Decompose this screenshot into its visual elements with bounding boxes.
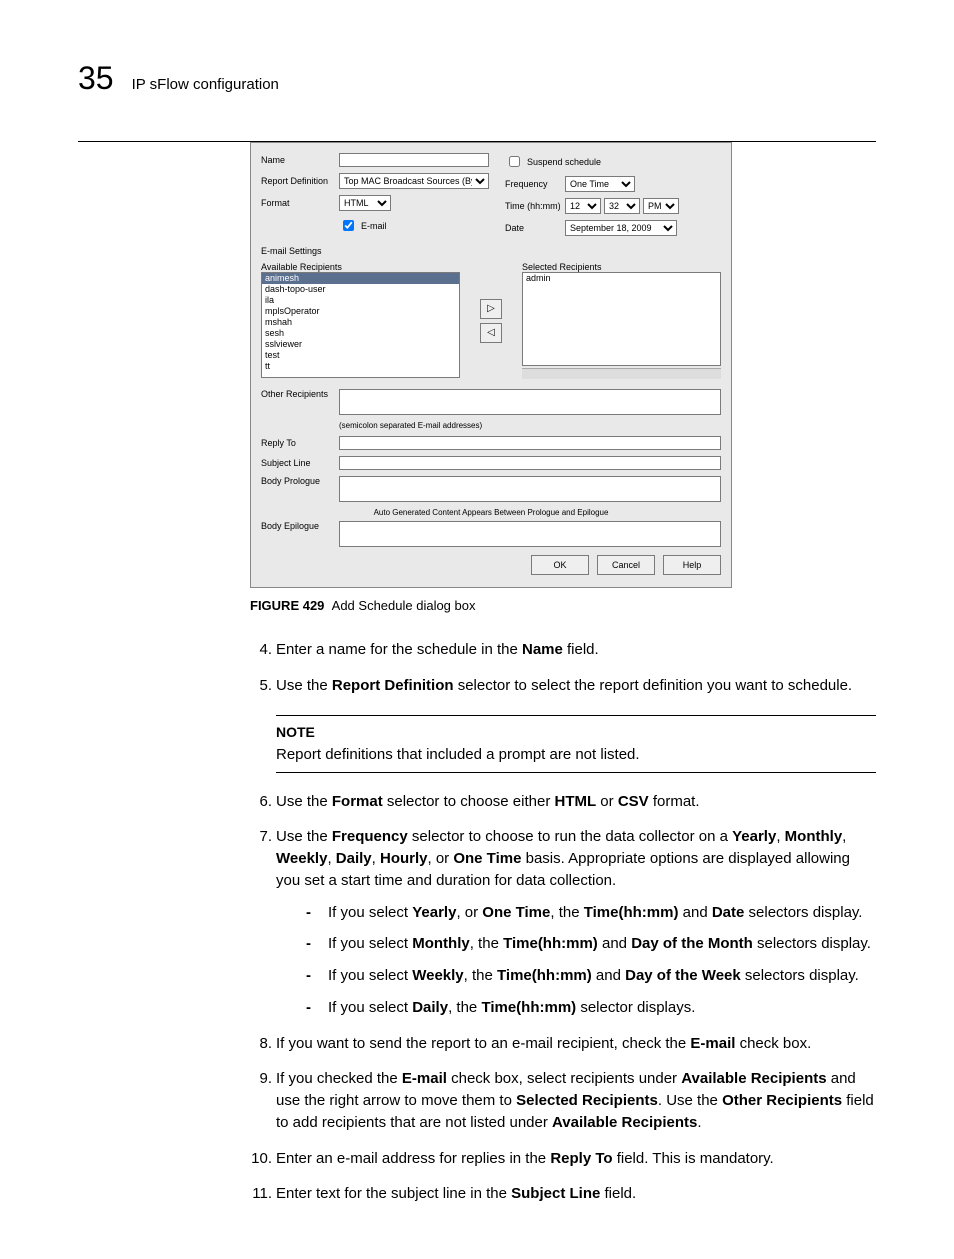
figure-caption: FIGURE 429 Add Schedule dialog box [250,598,876,613]
email-settings-label: E-mail Settings [261,246,721,256]
reportdef-select[interactable]: Top MAC Broadcast Sources (By Frames) [339,173,489,189]
available-listbox[interactable]: animesh dash-topo-user ila mplsOperator … [261,272,460,378]
list-item[interactable]: mplsOperator [262,306,459,317]
autogen-hint: Auto Generated Content Appears Between P… [261,508,721,517]
ok-button[interactable]: OK [531,555,589,575]
scrollbar[interactable] [522,368,721,379]
step-10: 10. Enter an e-mail address for replies … [276,1148,876,1170]
date-label: Date [505,223,565,233]
help-button[interactable]: Help [663,555,721,575]
chevron-right-icon: ▷ [487,303,495,314]
selected-listbox[interactable]: admin [522,272,721,366]
replyto-label: Reply To [261,438,339,448]
step-7-sub: If you select Yearly, or One Time, the T… [306,902,876,924]
step-5: 5. Use the Report Definition selector to… [276,675,876,773]
selected-label: Selected Recipients [522,262,721,272]
move-left-button[interactable]: ◁ [480,323,502,343]
other-label: Other Recipients [261,389,339,399]
hour-select[interactable]: 12 [565,198,601,214]
reportdef-label: Report Definition [261,176,339,186]
epilogue-input[interactable] [339,521,721,547]
minute-select[interactable]: 32 [604,198,640,214]
move-right-button[interactable]: ▷ [480,299,502,319]
step-6: 6. Use the Format selector to choose eit… [276,791,876,813]
list-item[interactable]: tt [262,361,459,372]
list-item[interactable]: dash-topo-user [262,284,459,295]
other-recipients-input[interactable] [339,389,721,415]
list-item[interactable]: sslviewer [262,339,459,350]
list-item[interactable]: animesh [262,273,459,284]
chevron-left-icon: ◁ [487,327,495,338]
note-block: NOTE Report definitions that included a … [276,715,876,773]
available-label: Available Recipients [261,262,460,272]
step-7-sub: If you select Monthly, the Time(hh:mm) a… [306,933,876,955]
suspend-checkbox[interactable] [509,156,520,167]
format-select[interactable]: HTML [339,195,391,211]
list-item[interactable]: test [262,350,459,361]
chapter-number: 35 [78,60,114,97]
email-checkbox-label: E-mail [361,221,387,231]
prologue-input[interactable] [339,476,721,502]
name-input[interactable] [339,153,489,167]
step-7-sub: If you select Weekly, the Time(hh:mm) an… [306,965,876,987]
list-item[interactable]: mshah [262,317,459,328]
step-4: 4. Enter a name for the schedule in the … [276,639,876,661]
date-select[interactable]: September 18, 2009 [565,220,677,236]
step-9: 9. If you checked the E-mail check box, … [276,1068,876,1133]
epilogue-label: Body Epilogue [261,521,339,531]
email-checkbox[interactable] [343,220,354,231]
step-7: 7. Use the Frequency selector to choose … [276,826,876,1018]
prologue-label: Body Prologue [261,476,339,486]
list-item[interactable]: sesh [262,328,459,339]
other-hint: (semicolon separated E-mail addresses) [339,421,721,430]
add-schedule-dialog: Name Report Definition Top MAC Broadcast… [250,142,732,588]
step-8: 8. If you want to send the report to an … [276,1033,876,1055]
list-item[interactable]: ila [262,295,459,306]
chapter-title: IP sFlow configuration [132,76,279,93]
list-item[interactable]: admin [523,273,720,284]
step-11: 11. Enter text for the subject line in t… [276,1183,876,1205]
subject-input[interactable] [339,456,721,470]
frequency-label: Frequency [505,179,565,189]
suspend-label: Suspend schedule [527,157,601,167]
replyto-input[interactable] [339,436,721,450]
format-label: Format [261,198,339,208]
cancel-button[interactable]: Cancel [597,555,655,575]
subject-label: Subject Line [261,458,339,468]
step-7-sub: If you select Daily, the Time(hh:mm) sel… [306,997,876,1019]
ampm-select[interactable]: PM [643,198,679,214]
time-label: Time (hh:mm) [505,201,565,211]
running-header: 35 IP sFlow configuration [78,60,876,97]
frequency-select[interactable]: One Time [565,176,635,192]
name-label: Name [261,155,339,165]
